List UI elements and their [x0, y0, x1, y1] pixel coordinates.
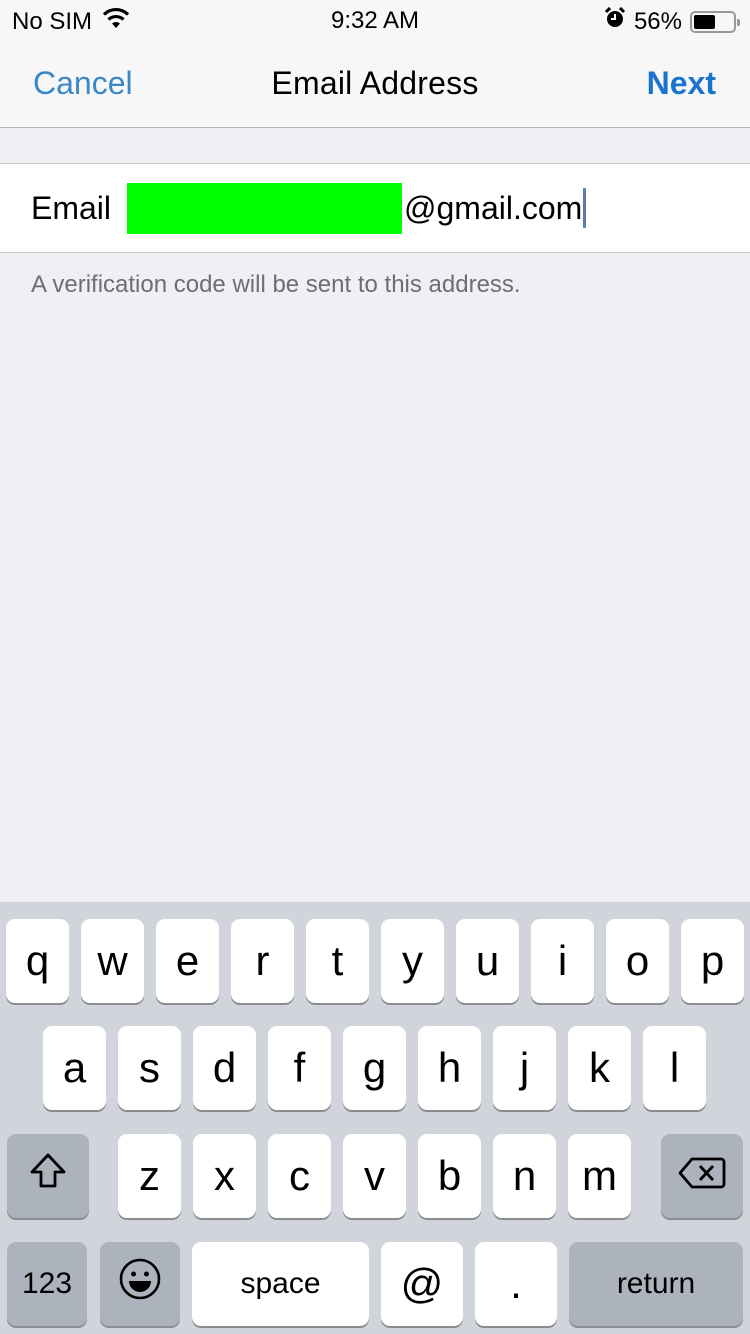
key-n[interactable]: n: [493, 1134, 556, 1218]
key-q[interactable]: q: [6, 919, 69, 1003]
status-bar: No SIM 9:32 AM 56%: [0, 0, 750, 40]
next-button[interactable]: Next: [647, 65, 716, 102]
key-k[interactable]: k: [568, 1026, 631, 1110]
keyboard: qwertyuiop asdfghjkl zxcvbnm 123 space @…: [0, 902, 750, 1334]
redacted-email-local-part: [127, 182, 402, 234]
numbers-key[interactable]: 123: [7, 1242, 87, 1326]
return-key[interactable]: return: [569, 1242, 743, 1326]
key-t[interactable]: t: [306, 919, 369, 1003]
dot-key[interactable]: .: [475, 1242, 557, 1326]
text-cursor: [583, 188, 587, 228]
key-p[interactable]: p: [681, 919, 744, 1003]
key-w[interactable]: w: [81, 919, 144, 1003]
shift-arrow-icon: [28, 1152, 68, 1200]
key-z[interactable]: z: [118, 1134, 181, 1218]
key-i[interactable]: i: [531, 919, 594, 1003]
at-key[interactable]: @: [381, 1242, 463, 1326]
battery-percent: 56%: [633, 7, 682, 35]
battery-level-fill: [694, 14, 716, 29]
navigation-bar: Cancel Email Address Next: [0, 40, 750, 128]
space-key[interactable]: space: [192, 1242, 369, 1326]
page-title: Email Address: [271, 65, 479, 101]
emoji-key[interactable]: [100, 1242, 180, 1326]
key-h[interactable]: h: [418, 1026, 481, 1110]
key-a[interactable]: a: [43, 1026, 106, 1110]
alarm-clock-icon: [604, 6, 626, 36]
backspace-icon: [678, 1152, 726, 1200]
email-row: Email @gmail.com: [0, 163, 750, 253]
key-j[interactable]: j: [493, 1026, 556, 1110]
key-v[interactable]: v: [343, 1134, 406, 1218]
key-m[interactable]: m: [568, 1134, 631, 1218]
delete-key[interactable]: [661, 1134, 743, 1218]
email-label: Email: [31, 190, 112, 226]
key-o[interactable]: o: [606, 919, 669, 1003]
key-f[interactable]: f: [268, 1026, 331, 1110]
key-d[interactable]: d: [193, 1026, 256, 1110]
key-c[interactable]: c: [268, 1134, 331, 1218]
email-input[interactable]: @gmail.com: [127, 182, 587, 234]
shift-key[interactable]: [7, 1134, 89, 1218]
key-r[interactable]: r: [231, 919, 294, 1003]
key-s[interactable]: s: [118, 1026, 181, 1110]
key-l[interactable]: l: [643, 1026, 706, 1110]
key-g[interactable]: g: [343, 1026, 406, 1110]
key-u[interactable]: u: [456, 919, 519, 1003]
key-y[interactable]: y: [381, 919, 444, 1003]
helper-text: A verification code will be sent to this…: [31, 271, 521, 298]
key-e[interactable]: e: [156, 919, 219, 1003]
email-domain-text: @gmail.com: [404, 189, 583, 226]
key-x[interactable]: x: [193, 1134, 256, 1218]
emoji-smiley-icon: [119, 1258, 161, 1310]
battery-icon: [690, 10, 740, 33]
key-b[interactable]: b: [418, 1134, 481, 1218]
